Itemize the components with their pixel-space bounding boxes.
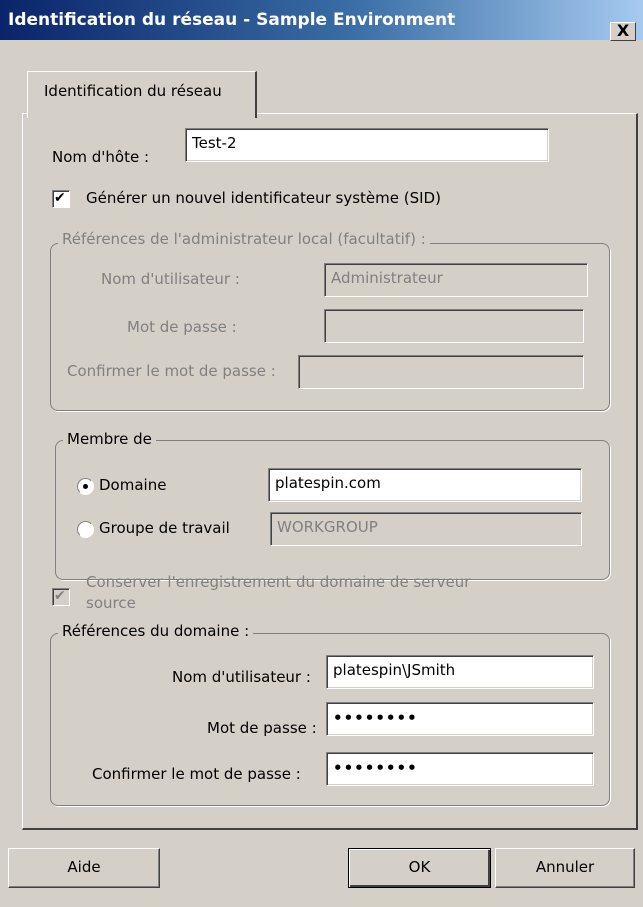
domain-radio[interactable] (77, 478, 94, 495)
local-password-label: Mot de passe : (127, 318, 237, 336)
dialog-window: Identification du réseau - Sample Enviro… (0, 0, 643, 907)
domain-credentials-legend: Références du domaine : (58, 622, 254, 640)
local-confirm-label: Confirmer le mot de passe : (67, 362, 276, 380)
local-confirm-input[interactable] (298, 355, 584, 389)
workgroup-radio[interactable] (77, 521, 94, 538)
radio-selected-dot (83, 484, 88, 489)
generate-sid-checkbox[interactable]: ✔ (52, 190, 70, 208)
ok-button[interactable]: OK (348, 848, 491, 888)
domain-password-label: Mot de passe : (207, 719, 317, 737)
local-password-input[interactable] (324, 309, 584, 343)
domain-confirm-label: Confirmer le mot de passe : (92, 765, 301, 783)
tab-network-identification[interactable]: Identification du réseau (27, 71, 257, 118)
close-icon: X (616, 21, 630, 40)
check-icon: ✔ (54, 190, 66, 206)
domain-username-input[interactable]: platespin\JSmith (326, 655, 594, 689)
preserve-domain-checkbox[interactable]: ✔ (52, 588, 70, 606)
preserve-domain-label-line2: source (86, 594, 136, 612)
tab-label: Identification du réseau (44, 82, 222, 100)
local-username-input[interactable]: Administrateur (324, 263, 588, 297)
preserve-domain-label-line1: Conserver l'enregistrement du domaine de… (86, 573, 471, 591)
domain-confirm-input[interactable]: •••••••• (326, 752, 594, 786)
window-title: Identification du réseau - Sample Enviro… (8, 10, 456, 30)
hostname-label: Nom d'hôte : (52, 148, 150, 166)
cancel-button[interactable]: Annuler (495, 848, 635, 888)
domain-password-input[interactable]: •••••••• (326, 702, 594, 736)
member-of-legend: Membre de (63, 430, 156, 448)
domain-username-label: Nom d'utilisateur : (172, 668, 311, 686)
domain-input[interactable]: platespin.com (268, 468, 582, 502)
check-icon: ✔ (54, 588, 66, 604)
help-button[interactable]: Aide (8, 848, 160, 888)
workgroup-input[interactable]: WORKGROUP (270, 512, 582, 546)
title-bar[interactable]: Identification du réseau - Sample Enviro… (0, 0, 643, 40)
local-username-label: Nom d'utilisateur : (101, 270, 240, 288)
workgroup-radio-label: Groupe de travail (99, 519, 230, 537)
close-button[interactable]: X (610, 21, 636, 41)
domain-radio-label: Domaine (99, 476, 167, 494)
member-of-group (55, 440, 610, 580)
hostname-input[interactable]: Test-2 (185, 128, 549, 162)
generate-sid-label: Générer un nouvel identificateur système… (86, 189, 441, 207)
local-admin-legend: Références de l'administrateur local (fa… (58, 230, 430, 248)
